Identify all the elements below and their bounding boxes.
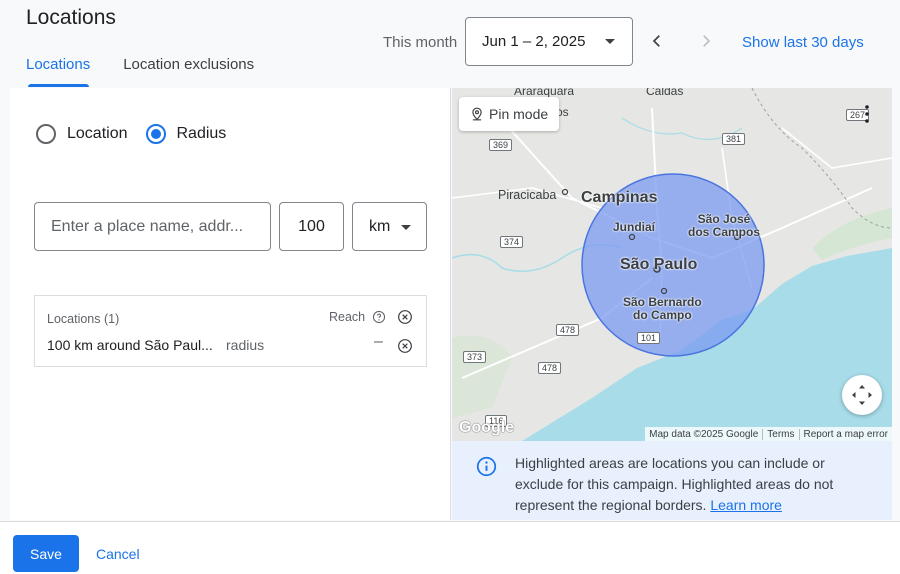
dropdown-caret-icon <box>605 39 615 44</box>
road-shield: 101 <box>637 332 661 344</box>
radius-value-input[interactable] <box>279 202 344 251</box>
learn-more-link[interactable]: Learn more <box>710 497 782 513</box>
reach-label: Reach <box>329 310 366 324</box>
radius-unit-value: km <box>369 217 391 235</box>
road-shield: 369 <box>489 139 513 151</box>
reach-header: Reach <box>329 310 386 324</box>
info-message: Highlighted areas are locations you can … <box>515 455 834 513</box>
remove-all-icon[interactable] <box>397 309 413 325</box>
road-shield: 381 <box>722 133 746 145</box>
date-range-select[interactable]: Jun 1 – 2, 2025 <box>465 17 633 66</box>
map-terms-link[interactable]: Terms <box>762 428 798 440</box>
road-shield: 478 <box>538 362 562 374</box>
radius-unit-select[interactable]: km <box>352 202 427 251</box>
map-pin-icon <box>472 107 482 121</box>
location-radio-label[interactable]: Location <box>67 125 128 143</box>
next-period-button[interactable] <box>695 30 717 52</box>
location-row-type: radius <box>226 337 265 353</box>
map-label-sao-bernardo-do-campo: São Bernardo do Campo <box>623 295 702 322</box>
map-label-jundiai: Jundiaí <box>613 220 656 234</box>
save-button[interactable]: Save <box>13 535 79 572</box>
cancel-button[interactable]: Cancel <box>96 546 140 562</box>
map-attribution: Map data ©2025 Google Terms Report a map… <box>645 427 892 441</box>
info-banner: Highlighted areas are locations you can … <box>452 441 892 520</box>
map-more-options-icon[interactable] <box>865 105 869 123</box>
tab-location-exclusions[interactable]: Location exclusions <box>123 56 254 83</box>
google-logo: Google <box>459 419 515 436</box>
report-map-error-link[interactable]: Report a map error <box>798 428 892 440</box>
tabs: Locations Location exclusions <box>26 56 254 83</box>
map-pan-control[interactable] <box>842 375 882 415</box>
road-shield: 373 <box>463 351 487 363</box>
place-search-input[interactable] <box>34 202 271 251</box>
pin-mode-label: Pin mode <box>489 106 549 122</box>
location-radio[interactable] <box>36 124 56 144</box>
map-data-credit: Map data ©2025 Google <box>649 428 759 440</box>
page-title: Locations <box>26 6 116 29</box>
info-icon <box>476 456 497 477</box>
previous-period-button[interactable] <box>646 30 668 52</box>
dropdown-caret-icon <box>401 225 411 230</box>
radius-radio-label[interactable]: Radius <box>177 125 227 143</box>
info-text: Highlighted areas are locations you can … <box>515 453 875 516</box>
map-label-piracicaba: Piracicaba <box>498 188 557 202</box>
map-label-sao-jose-dos-campos: São José dos Campos <box>688 212 761 239</box>
chevron-right-icon <box>703 35 711 47</box>
map-label-caldas: Caldas <box>646 88 684 98</box>
pin-mode-button[interactable]: Pin mode <box>459 97 560 131</box>
road-shield: 478 <box>556 324 580 336</box>
remove-location-icon[interactable] <box>397 338 413 354</box>
date-range-label: This month <box>383 34 458 51</box>
help-icon[interactable] <box>372 310 386 324</box>
map-label-sao-paulo: São Paulo <box>620 256 698 273</box>
radius-radio[interactable] <box>145 124 166 144</box>
locations-count-header: Locations (1) <box>47 312 120 326</box>
map-label-campinas: Campinas <box>581 189 658 206</box>
tab-locations[interactable]: Locations <box>26 56 90 83</box>
date-range-value: Jun 1 – 2, 2025 <box>482 33 586 50</box>
map-view[interactable]: Araraquara Caldas os Piracicaba Campinas… <box>452 88 892 441</box>
footer-bar: Save Cancel <box>0 521 900 574</box>
location-row-reach: – <box>374 333 383 350</box>
active-tab-indicator <box>28 84 89 87</box>
target-type-radio-group: Location Radius <box>36 124 244 144</box>
targeting-panel: Location Radius km Locations (1) Reach 1… <box>10 88 451 520</box>
selected-locations-list: Locations (1) Reach 100 km around São Pa… <box>34 295 427 367</box>
show-last-30-days-link[interactable]: Show last 30 days <box>742 34 864 51</box>
location-row-name: 100 km around São Paul... <box>47 337 213 353</box>
pan-arrows-icon <box>852 385 872 405</box>
road-shield: 374 <box>500 236 524 248</box>
chevron-left-icon <box>652 35 660 47</box>
